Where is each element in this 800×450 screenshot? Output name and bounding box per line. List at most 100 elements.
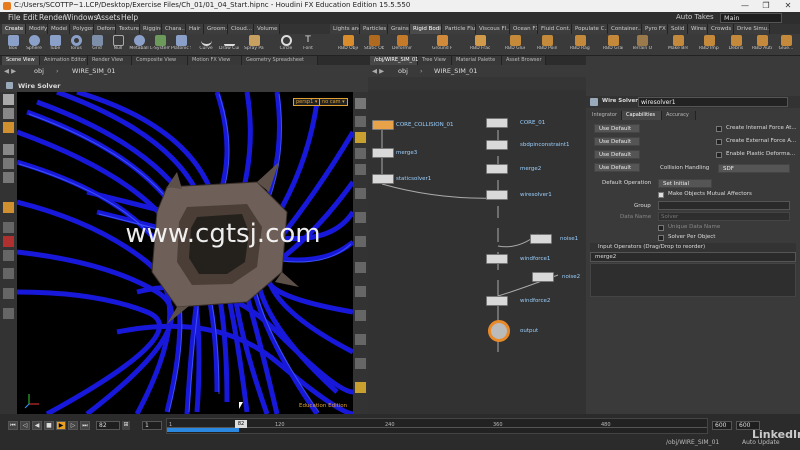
- tool-static-object[interactable]: Static Object: [364, 35, 384, 55]
- input-operators-list[interactable]: merge2: [590, 252, 796, 262]
- render-icon[interactable]: [355, 382, 366, 393]
- path-root[interactable]: obj: [34, 67, 44, 75]
- use-default-menu-3[interactable]: Use Default: [594, 150, 640, 159]
- ghost-icon[interactable]: [355, 310, 366, 321]
- node-wiresolver[interactable]: [486, 190, 508, 200]
- shelf-tab-particles[interactable]: Particles: [360, 24, 388, 34]
- vis-icon[interactable]: [355, 148, 366, 159]
- shelf-tab-crowds[interactable]: Crowds: [708, 24, 734, 34]
- light-icon[interactable]: [355, 132, 366, 143]
- flipbook-icon[interactable]: [355, 358, 366, 369]
- minimize-button[interactable]: —: [735, 0, 755, 12]
- tab-accuracy[interactable]: Accuracy: [662, 111, 696, 120]
- shelf-tab-cloud[interactable]: Cloud...: [228, 24, 254, 34]
- jump-start-icon[interactable]: ⏮: [8, 421, 18, 430]
- node-noise2[interactable]: [532, 272, 554, 282]
- back-icon[interactable]: ◀ ▶: [4, 67, 16, 75]
- normals-icon[interactable]: [355, 236, 366, 247]
- wire-icon[interactable]: [355, 188, 366, 199]
- close-button[interactable]: ✕: [778, 0, 798, 12]
- shelf-tab-polygon[interactable]: Polygon: [70, 24, 94, 34]
- unique-data-name-checkbox[interactable]: [658, 225, 664, 231]
- create-internal-checkbox[interactable]: [716, 126, 722, 132]
- menu-windows[interactable]: Windows: [64, 13, 97, 22]
- tool-metaball[interactable]: Metaball: [129, 35, 149, 55]
- handle-tool-icon[interactable]: [3, 122, 14, 133]
- tool-platonic[interactable]: Platonic Sol...: [171, 35, 191, 55]
- menu-help[interactable]: Help: [121, 13, 138, 22]
- shelf-tab-rigid-bodies[interactable]: Rigid Bodies: [410, 24, 442, 34]
- snap-icon[interactable]: [3, 222, 14, 233]
- shelf-tab-ocean[interactable]: Ocean FX: [510, 24, 538, 34]
- grid-snap-icon[interactable]: [3, 250, 14, 261]
- node-core[interactable]: [486, 118, 508, 128]
- use-default-menu-4[interactable]: Use Default: [594, 163, 640, 172]
- tab-scene-view[interactable]: Scene View: [2, 56, 40, 65]
- shelf-tab-grains[interactable]: Grains: [388, 24, 410, 34]
- tool-torus[interactable]: Torus: [66, 35, 86, 55]
- tool-draw-curve[interactable]: Draw Curve: [219, 35, 239, 55]
- end-frame-field[interactable]: 600: [712, 421, 732, 430]
- enable-plastic-checkbox[interactable]: [716, 152, 722, 158]
- shelf-tab-volume[interactable]: Volume: [254, 24, 280, 34]
- magnet-icon[interactable]: [3, 236, 14, 247]
- use-default-menu-2[interactable]: Use Default: [594, 137, 640, 146]
- manipulator-icon[interactable]: [3, 202, 14, 213]
- auto-takes-toggle[interactable]: Auto Takes: [676, 13, 714, 21]
- tool-rbd-fracture[interactable]: RBD Fractur...: [470, 35, 490, 55]
- tool-curve[interactable]: Curve: [196, 35, 216, 55]
- node-merge3[interactable]: [372, 148, 394, 158]
- network-back-icon[interactable]: ◀ ▶: [372, 67, 384, 75]
- step-field[interactable]: 1: [142, 421, 162, 430]
- shelf-tab-modify[interactable]: Modify: [26, 24, 48, 34]
- lock-icon[interactable]: [355, 116, 366, 127]
- menu-assets[interactable]: Assets: [96, 13, 120, 22]
- display-options-icon[interactable]: [355, 98, 366, 109]
- shelf-tab-pyro[interactable]: Pyro FX: [642, 24, 668, 34]
- tool-circle[interactable]: Circle: [276, 35, 296, 55]
- shelf-tab-drive-sim[interactable]: Drive Simu...: [734, 24, 770, 34]
- use-default-menu-1[interactable]: Use Default: [594, 124, 640, 133]
- tab-integrator[interactable]: Integrator: [588, 111, 622, 120]
- tool-rbd-ragdoll[interactable]: RBD Ragdol...: [570, 35, 590, 55]
- path-node[interactable]: WIRE_SIM_01: [72, 67, 115, 75]
- tab-animation-editor[interactable]: Animation Editor: [40, 56, 88, 65]
- shelf-tab-hair[interactable]: Hair: [186, 24, 204, 34]
- persp-icon[interactable]: [3, 308, 14, 319]
- tool-terrain-object[interactable]: Terrain Object: [632, 35, 652, 55]
- view-tool-icon[interactable]: [3, 144, 14, 155]
- maximize-button[interactable]: ❐: [756, 0, 776, 12]
- step-back-icon[interactable]: ◁: [20, 421, 30, 430]
- step-forward-icon[interactable]: ▷: [68, 421, 78, 430]
- timeline-track[interactable]: 1 120 240 360 480 82: [166, 418, 708, 434]
- tool-box[interactable]: Box: [3, 35, 23, 55]
- tool-grid[interactable]: Grid: [87, 35, 107, 55]
- shelf-tab-fluid-cont[interactable]: Fluid Cont...: [538, 24, 572, 34]
- tab-render-view[interactable]: Render View: [88, 56, 132, 65]
- menu-render[interactable]: Render: [39, 13, 66, 22]
- tab-tree-view[interactable]: Tree View: [418, 56, 452, 65]
- group-field[interactable]: [658, 201, 790, 210]
- lasso-icon[interactable]: [3, 288, 14, 299]
- shelf-tab-deform[interactable]: Deform: [94, 24, 116, 34]
- node-windforce2[interactable]: [486, 296, 508, 306]
- tab-composite-view[interactable]: Composite View: [132, 56, 188, 65]
- current-frame-field[interactable]: 82: [96, 421, 120, 430]
- playhead[interactable]: 82: [235, 420, 247, 428]
- network-path-root[interactable]: obj: [398, 67, 408, 75]
- shelf-tab-viscous[interactable]: Viscous Fl...: [476, 24, 510, 34]
- shelf-tab-chara[interactable]: Chara...: [162, 24, 186, 34]
- reference-icon[interactable]: [3, 268, 14, 279]
- move-tool-icon[interactable]: [3, 108, 14, 119]
- collision-handling-menu[interactable]: SDF: [718, 164, 790, 173]
- create-external-checkbox[interactable]: [716, 139, 722, 145]
- tool-rbd-auto-freeze[interactable]: RBD Auto F...: [752, 35, 772, 55]
- shelf-tab-create[interactable]: Create: [2, 24, 26, 34]
- camera-menu[interactable]: persp1 ▾: [293, 98, 321, 106]
- node-sbdpinconstraint[interactable]: [486, 140, 508, 150]
- play-reverse-icon[interactable]: ◀: [32, 421, 42, 430]
- tool-deforming[interactable]: Deforming...: [392, 35, 412, 55]
- tool-sphere[interactable]: Sphere: [24, 35, 44, 55]
- default-operation-menu[interactable]: Set Initial: [658, 179, 712, 188]
- menu-edit[interactable]: Edit: [23, 13, 38, 22]
